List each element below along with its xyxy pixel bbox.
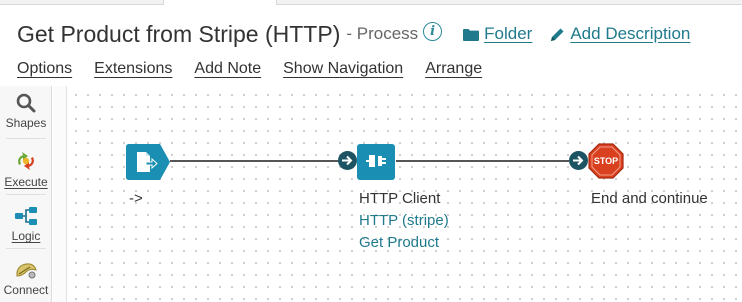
http-connection-link[interactable]: HTTP (stripe)	[359, 212, 449, 229]
menu-bar: Options Extensions Add Note Show Navigat…	[17, 60, 504, 82]
active-tab[interactable]	[163, 0, 277, 5]
palette-connect[interactable]: Connect	[0, 260, 52, 297]
http-client-label: HTTP Client	[359, 190, 441, 207]
stop-sign-icon: STOP	[588, 143, 624, 179]
add-description-link[interactable]: Add Description	[550, 24, 690, 44]
folder-label: Folder	[484, 24, 533, 43]
http-operation-link[interactable]: Get Product	[359, 234, 439, 251]
page-title: Get Product from Stripe (HTTP)	[17, 20, 341, 47]
info-icon[interactable]: i	[423, 21, 443, 41]
palette-logic[interactable]: Logic	[0, 206, 52, 243]
execute-icon	[18, 152, 34, 170]
shape-palette: Shapes Execute Logic Connect	[0, 86, 52, 302]
palette-divider	[6, 248, 46, 249]
menu-options[interactable]: Options	[17, 60, 72, 82]
palette-shapes[interactable]: Shapes	[0, 93, 52, 130]
palette-splitter[interactable]	[53, 86, 66, 302]
palette-logic-label: Logic	[11, 229, 41, 243]
component-type: - Process	[346, 24, 419, 43]
stop-sign-text: STOP	[594, 156, 618, 166]
menu-extensions[interactable]: Extensions	[94, 60, 172, 82]
palette-divider	[6, 138, 46, 139]
connector-arrow-icon	[569, 151, 588, 170]
palette-connect-label: Connect	[3, 283, 49, 297]
logic-icon	[15, 207, 37, 225]
palette-execute-label: Execute	[4, 175, 48, 189]
connect-icon	[16, 263, 37, 279]
start-document-icon	[126, 144, 170, 180]
connector-line[interactable]	[170, 160, 340, 162]
menu-arrange[interactable]: Arrange	[425, 60, 482, 82]
folder-icon	[463, 28, 480, 41]
http-client-shape[interactable]	[357, 144, 395, 185]
add-description-label: Add Description	[570, 24, 691, 43]
connector-line[interactable]	[396, 160, 569, 162]
pencil-icon	[551, 28, 564, 41]
stop-shape[interactable]: STOP	[588, 143, 624, 184]
start-shape[interactable]	[126, 144, 171, 185]
tab-strip	[0, 0, 742, 5]
search-icon	[16, 93, 36, 113]
stop-shape-label: End and continue	[591, 190, 708, 207]
palette-execute[interactable]: Execute	[0, 150, 52, 189]
palette-shapes-label: Shapes	[5, 116, 47, 130]
palette-divider	[6, 194, 46, 195]
menu-add-note[interactable]: Add Note	[194, 60, 261, 82]
start-shape-label: ->	[129, 190, 143, 207]
folder-link[interactable]: Folder	[463, 24, 532, 44]
process-header: Get Product from Stripe (HTTP) - Process…	[17, 18, 690, 50]
connector-plug-icon	[357, 144, 395, 180]
connector-arrow-icon	[338, 151, 357, 170]
menu-show-navigation[interactable]: Show Navigation	[283, 60, 403, 82]
